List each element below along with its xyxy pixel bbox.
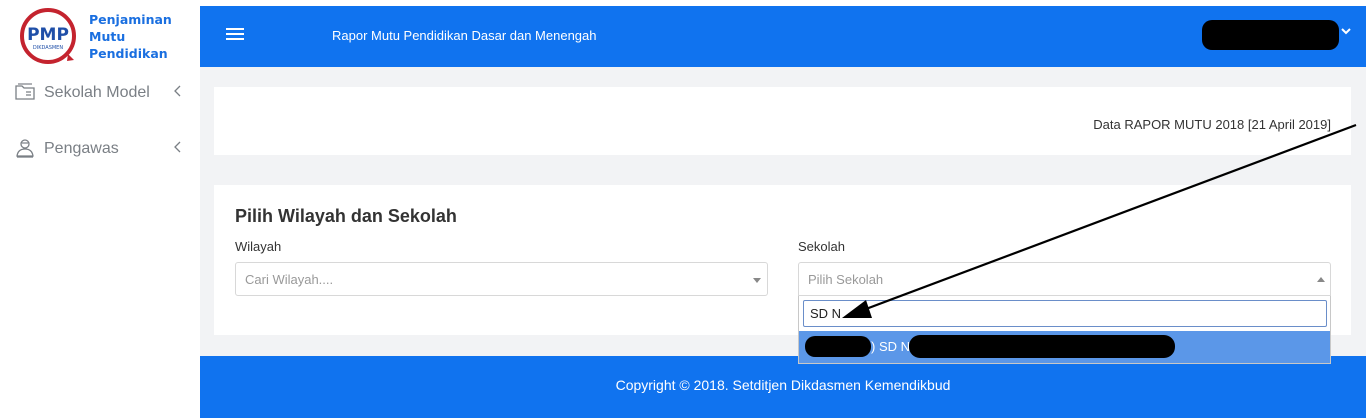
page-title: Rapor Mutu Pendidikan Dasar dan Menengah: [332, 28, 597, 43]
sidebar: PMP DIKDASMEN Penjaminan Mutu Pendidikan…: [0, 0, 200, 418]
sekolah-search-input[interactable]: [804, 301, 1326, 326]
menu-toggle-icon[interactable]: [226, 28, 244, 44]
chevron-left-icon: [174, 141, 181, 153]
svg-text:DIKDASMEN: DIKDASMEN: [33, 45, 63, 51]
chevron-left-icon: [174, 85, 181, 97]
chevron-down-icon[interactable]: [1339, 24, 1353, 38]
redacted-block: [805, 336, 871, 357]
footer: Copyright © 2018. Setditjen Dikdasmen Ke…: [200, 356, 1366, 418]
caret-up-icon: [1317, 277, 1325, 282]
sekolah-search-field[interactable]: [803, 300, 1327, 327]
sekolah-placeholder: Pilih Sekolah: [808, 272, 884, 287]
option-label: ) SD N: [871, 339, 910, 354]
sidebar-item-label: Pengawas: [44, 140, 119, 157]
user-menu-redacted[interactable]: [1202, 20, 1339, 50]
caret-down-icon: [753, 278, 761, 283]
sekolah-dropdown: ) SD N: [798, 296, 1331, 364]
sekolah-label: Sekolah: [798, 239, 845, 254]
brand-line-3: Pendidikan: [89, 46, 168, 61]
brand-name: Penjaminan Mutu Pendidikan: [89, 11, 172, 62]
wilayah-select[interactable]: Cari Wilayah....: [235, 262, 768, 296]
sidebar-item-sekolah-model[interactable]: Sekolah Model: [0, 73, 200, 113]
brand-line-2: Mutu: [89, 29, 126, 44]
folder-icon: [15, 83, 35, 100]
redacted-block: [909, 335, 1175, 358]
info-card: Data RAPOR MUTU 2018 [21 April 2019]: [214, 87, 1351, 155]
data-version-text: Data RAPOR MUTU 2018 [21 April 2019]: [1093, 117, 1331, 132]
sidebar-item-label: Sekolah Model: [44, 84, 150, 101]
copyright-text: Copyright © 2018. Setditjen Dikdasmen Ke…: [615, 377, 951, 393]
wilayah-placeholder: Cari Wilayah....: [245, 272, 334, 287]
sekolah-select[interactable]: Pilih Sekolah: [798, 262, 1331, 296]
wilayah-label: Wilayah: [235, 239, 282, 254]
svg-text:PMP: PMP: [27, 25, 69, 45]
brand[interactable]: PMP DIKDASMEN Penjaminan Mutu Pendidikan: [0, 0, 200, 67]
sidebar-item-pengawas[interactable]: Pengawas: [0, 129, 200, 169]
sekolah-option[interactable]: ) SD N: [799, 331, 1330, 363]
brand-line-1: Penjaminan: [89, 12, 172, 27]
form-title: Pilih Wilayah dan Sekolah: [235, 206, 457, 226]
pmp-logo: PMP DIKDASMEN: [20, 8, 76, 64]
inspector-icon: [16, 139, 34, 158]
top-navbar: Rapor Mutu Pendidikan Dasar dan Menengah: [200, 6, 1366, 67]
